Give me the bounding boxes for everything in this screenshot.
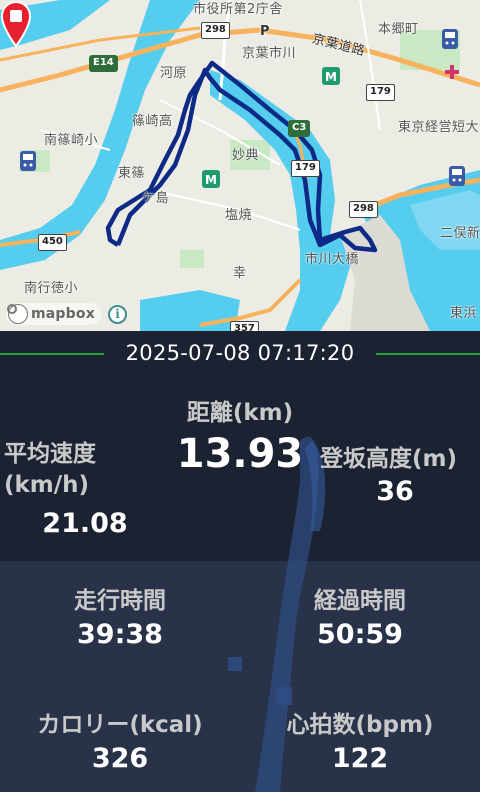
svg-text:M: M bbox=[205, 173, 217, 187]
ride-time-label: 走行時間 bbox=[74, 588, 166, 614]
map-label-higashi-hama: 東浜 bbox=[450, 306, 478, 321]
elapsed-time-label: 経過時間 bbox=[314, 588, 406, 614]
distance-label: 距離(km) bbox=[186, 400, 294, 426]
ride-time-value: 39:38 bbox=[77, 619, 163, 650]
map-label-gakashima: ケ島 bbox=[142, 191, 170, 206]
climb-label: 登坂高度(m) bbox=[320, 446, 457, 472]
route-179-shield: 179 bbox=[366, 84, 395, 101]
calories-value: 326 bbox=[91, 743, 149, 774]
avg-speed-label: 平均速度(km/h) bbox=[4, 441, 96, 498]
map-label-myoten: 妙典 bbox=[232, 148, 260, 163]
route-179-shield-b: 179 bbox=[291, 160, 320, 177]
route-357-shield: 357 bbox=[230, 321, 259, 331]
map-label-minami-shinozaki: 南篠崎小 bbox=[44, 133, 99, 148]
train-station-icon bbox=[442, 29, 458, 49]
map-label-minami-gyotoku: 南行徳小 bbox=[24, 281, 79, 296]
route-c3-shield: C3 bbox=[288, 120, 311, 137]
map-label-higashi-shinozaki: 東篠 bbox=[118, 166, 146, 181]
route-map[interactable]: 298 298 179 179 C3 E14 450 357 市役所第2庁舎 本… bbox=[0, 0, 480, 331]
route-298-shield-right: 298 bbox=[349, 201, 378, 218]
map-label-saiwai: 幸 bbox=[233, 266, 247, 281]
calories-label: カロリー(kcal) bbox=[37, 712, 203, 738]
start-location-marker-icon bbox=[0, 1, 32, 48]
map-info-button[interactable]: i bbox=[108, 305, 127, 324]
route-298-shield: 298 bbox=[201, 22, 230, 39]
svg-text:M: M bbox=[325, 70, 337, 84]
mapbox-logo-icon bbox=[7, 304, 28, 324]
map-label-tokyo-keiei: 東京経営短大 bbox=[398, 120, 480, 135]
route-450-shield: 450 bbox=[38, 234, 67, 251]
hospital-icon bbox=[445, 65, 459, 79]
train-station-icon-right bbox=[449, 166, 465, 186]
elapsed-time-value: 50:59 bbox=[317, 619, 403, 650]
map-label-shiyakusho: 市役所第2庁舎 bbox=[193, 2, 283, 17]
map-label-parking: P bbox=[260, 24, 271, 39]
train-station-icon-left bbox=[20, 151, 36, 171]
metro-station-icon: M bbox=[322, 67, 340, 85]
ride-datetime: 2025-07-08 07:17:20 bbox=[125, 341, 355, 365]
map-label-shiohama: 塩焼 bbox=[225, 208, 253, 223]
map-label-shinozaki-high: 篠崎高 bbox=[132, 114, 173, 129]
metro-station-icon-myoten: M bbox=[202, 170, 220, 188]
map-label-ichikawa-ohashi: 市川大橋 bbox=[305, 252, 360, 267]
climb-value: 36 bbox=[376, 476, 414, 507]
map-label-kawahara: 河原 bbox=[160, 66, 188, 81]
map-label-nihoten: 二俣新 bbox=[440, 226, 480, 241]
route-e14-shield: E14 bbox=[89, 55, 118, 72]
mapbox-logo-text: mapbox bbox=[31, 306, 95, 322]
avg-speed-value: 21.08 bbox=[42, 508, 128, 539]
heart-rate-label: 心拍数(bpm) bbox=[286, 712, 434, 738]
heart-rate-value: 122 bbox=[331, 743, 389, 774]
map-label-keiyo-ichikawa: 京葉市川 bbox=[242, 46, 297, 61]
ride-stats-panel: 2025-07-08 07:17:20 距離(km) 13.93 平均速度(km… bbox=[0, 331, 480, 792]
mapbox-logo[interactable]: mapbox bbox=[6, 303, 101, 325]
map-label-hongocho: 本郷町 bbox=[378, 22, 419, 37]
activity-screen: 298 298 179 179 C3 E14 450 357 市役所第2庁舎 本… bbox=[0, 0, 480, 792]
